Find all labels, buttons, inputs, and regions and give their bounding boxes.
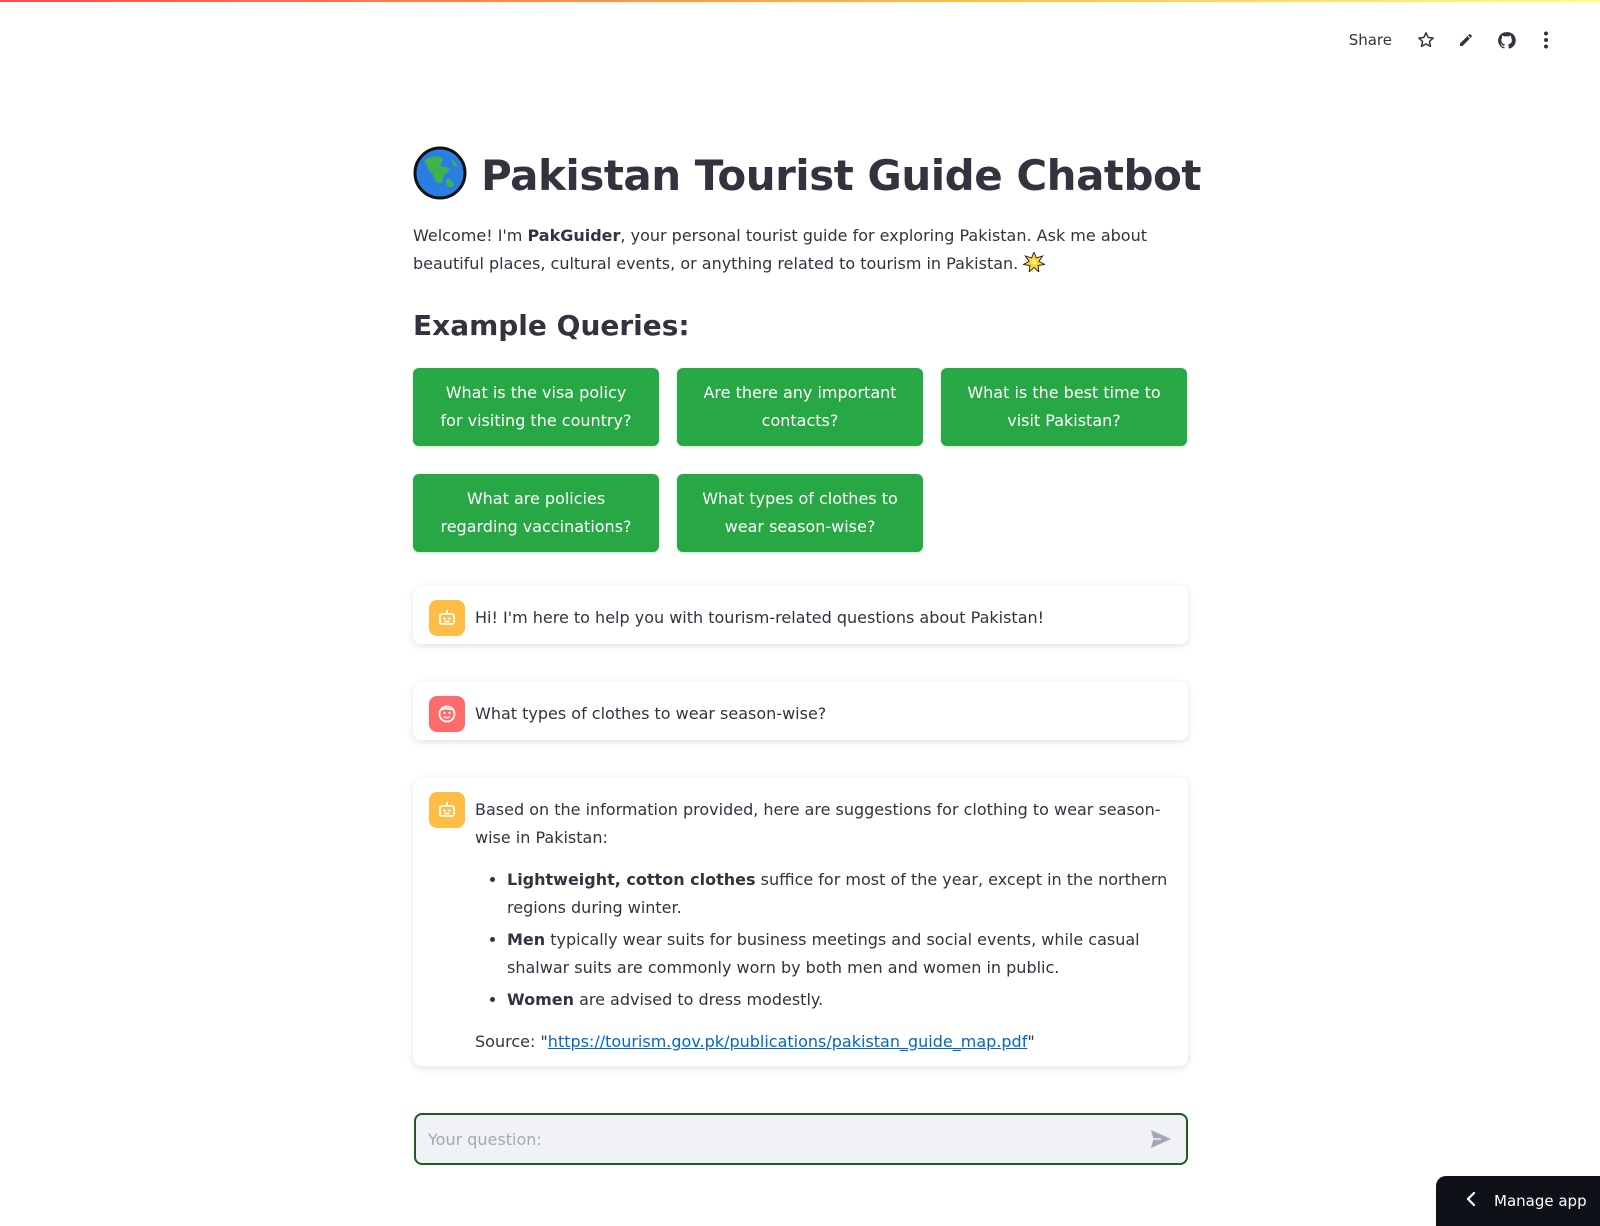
chat-message-assistant: Hi! I'm here to help you with tourism-re… xyxy=(413,586,1188,644)
example-query-button[interactable]: What are policies regarding vaccinations… xyxy=(413,474,659,552)
sparkle-star-icon xyxy=(1023,252,1046,273)
top-decoration-bar xyxy=(0,0,1600,2)
chat-message-user: What types of clothes to wear season-wis… xyxy=(413,682,1188,740)
example-query-button[interactable]: What is the visa policy for visiting the… xyxy=(413,368,659,446)
manage-app-button[interactable]: Manage app xyxy=(1436,1176,1600,1226)
chevron-left-icon xyxy=(1466,1191,1476,1210)
bullet-text: are advised to dress modestly. xyxy=(573,990,824,1009)
list-item: Men typically wear suits for business me… xyxy=(507,926,1172,982)
bullet-bold: Women xyxy=(507,990,574,1009)
share-button[interactable]: Share xyxy=(1349,31,1392,49)
robot-icon xyxy=(429,600,465,636)
intro-text: Welcome! I'm PakGuider, your personal to… xyxy=(413,222,1153,278)
question-input[interactable] xyxy=(428,1129,1148,1149)
source-link[interactable]: https://tourism.gov.pk/publications/paki… xyxy=(548,1032,1028,1051)
star-icon[interactable] xyxy=(1416,30,1436,50)
chat-message-text: What types of clothes to wear season-wis… xyxy=(475,704,827,723)
bullet-bold: Lightweight, cotton clothes xyxy=(507,870,756,889)
example-query-button[interactable]: What types of clothes to wear season-wis… xyxy=(677,474,923,552)
source-line: Source: "https://tourism.gov.pk/publicat… xyxy=(475,1028,1172,1056)
bullet-text: typically wear suits for business meetin… xyxy=(507,930,1140,977)
manage-app-label: Manage app xyxy=(1494,1192,1587,1210)
response-intro: Based on the information provided, here … xyxy=(475,800,1161,847)
chat-input-container xyxy=(414,1113,1188,1165)
chat-message-assistant: Based on the information provided, here … xyxy=(413,778,1188,1066)
example-query-button[interactable]: Are there any important contacts? xyxy=(677,368,923,446)
list-item: Women are advised to dress modestly. xyxy=(507,986,1172,1014)
source-prefix: Source: " xyxy=(475,1032,548,1051)
chat-message-text: Hi! I'm here to help you with tourism-re… xyxy=(475,608,1045,627)
source-suffix: " xyxy=(1027,1032,1035,1051)
main-content: Pakistan Tourist Guide Chatbot Welcome! … xyxy=(413,140,1201,1066)
pencil-icon[interactable] xyxy=(1456,30,1476,50)
chat-message-text: Based on the information provided, here … xyxy=(475,792,1172,1056)
send-icon[interactable] xyxy=(1148,1126,1174,1152)
globe-asia-icon xyxy=(413,146,467,204)
example-queries-grid: What is the visa policy for visiting the… xyxy=(413,368,1188,552)
response-bullets: Lightweight, cotton clothes suffice for … xyxy=(475,866,1172,1014)
app-toolbar: Share xyxy=(1349,28,1556,52)
intro-prefix: Welcome! I'm xyxy=(413,226,528,245)
bot-name: PakGuider xyxy=(527,226,621,245)
page-title: Pakistan Tourist Guide Chatbot xyxy=(481,150,1201,200)
example-query-button[interactable]: What is the best time to visit Pakistan? xyxy=(941,368,1187,446)
example-queries-heading: Example Queries: xyxy=(413,309,690,342)
bullet-bold: Men xyxy=(507,930,546,949)
github-icon[interactable] xyxy=(1496,30,1516,50)
user-face-icon xyxy=(429,696,465,732)
robot-icon xyxy=(429,792,465,828)
more-vertical-icon[interactable] xyxy=(1536,30,1556,50)
list-item: Lightweight, cotton clothes suffice for … xyxy=(507,866,1172,922)
title-row: Pakistan Tourist Guide Chatbot xyxy=(413,140,1201,210)
